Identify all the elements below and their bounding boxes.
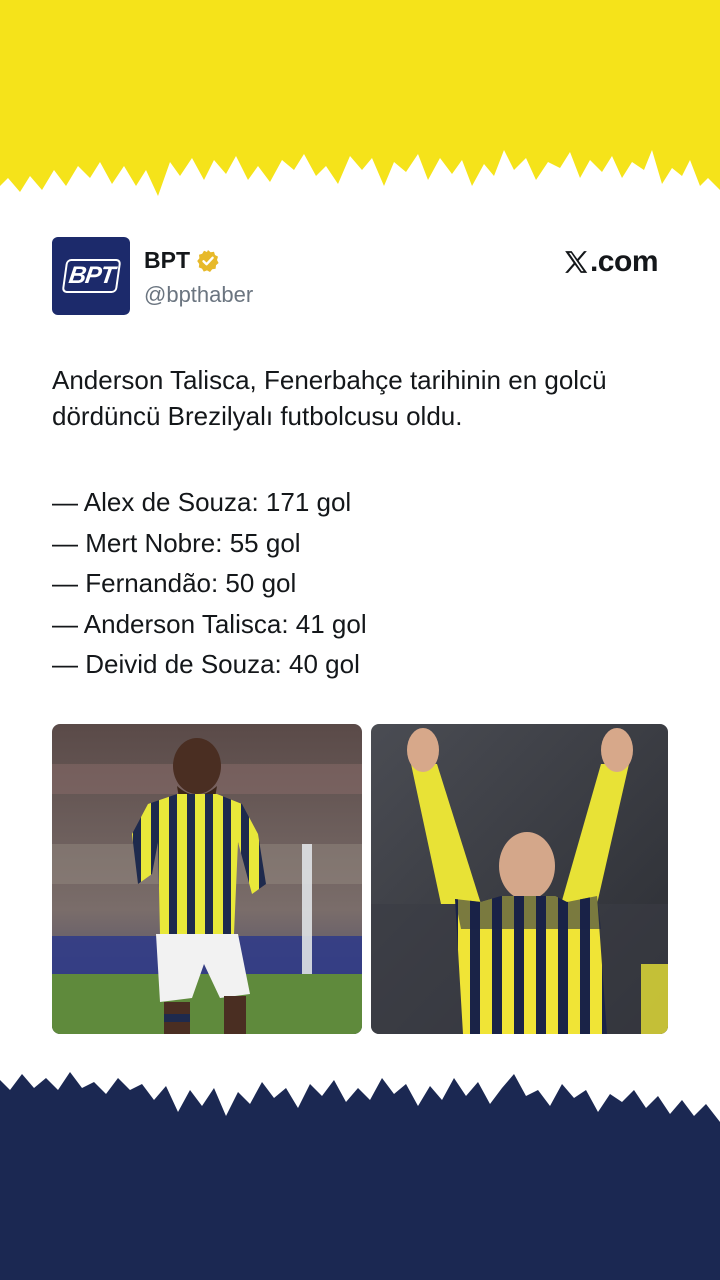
tweet-body: Anderson Talisca, Fenerbahçe tarihinin e… [52, 362, 672, 679]
list-item: — Mert Nobre: 55 gol [52, 527, 301, 558]
list-item: — Deivid de Souza: 40 gol [52, 649, 360, 679]
list-item: — Anderson Talisca: 41 gol [52, 608, 367, 639]
handle[interactable]: @bpthaber [144, 282, 253, 308]
goal-list: — Alex de Souza: 171 gol — Mert Nobre: 5… [52, 482, 367, 685]
list-item: — Alex de Souza: 171 gol [52, 487, 352, 517]
x-com-brand: .com [563, 245, 659, 279]
brand-domain: .com [589, 245, 659, 278]
verified-badge-icon [197, 249, 219, 272]
tweet-text: Anderson Talisca, Fenerbahçe tarihinin e… [52, 365, 607, 431]
top-yellow-band [0, 0, 720, 230]
player-arms-raised-photo[interactable] [371, 724, 668, 1034]
player-celebrating-photo[interactable] [52, 724, 362, 1034]
display-name[interactable]: BPT [144, 247, 190, 274]
tweet-media [52, 724, 668, 1034]
avatar[interactable]: BPT [52, 237, 130, 315]
list-item: — Fernandão: 50 gol [52, 568, 297, 598]
tweet-header: BPT BPT @bpthaber .com [52, 237, 662, 317]
x-logo-icon [565, 251, 588, 273]
bottom-navy-band [0, 1060, 720, 1280]
avatar-logo-text: BPT [61, 259, 121, 293]
name-row: BPT [144, 247, 220, 274]
